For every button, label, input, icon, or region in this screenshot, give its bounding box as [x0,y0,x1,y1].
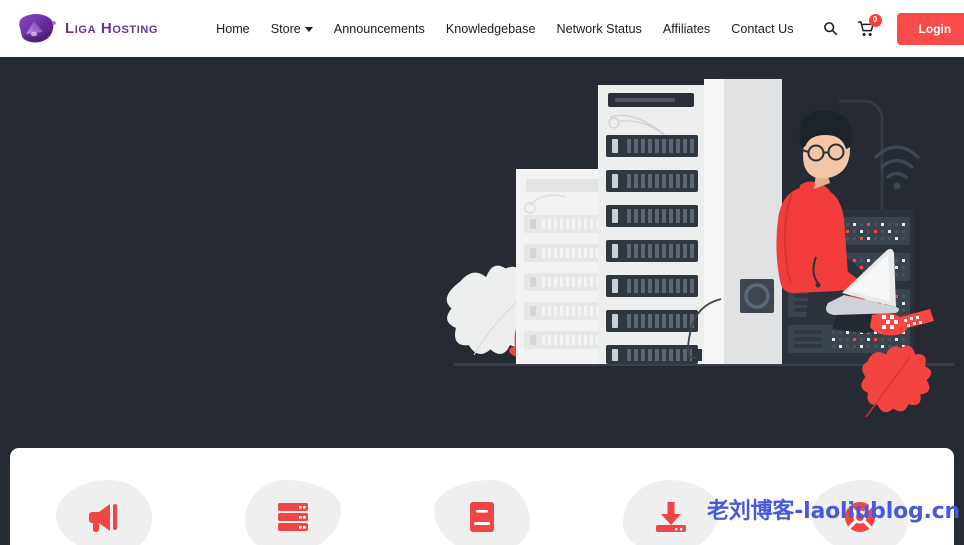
brand-logo-link[interactable]: Liga Hosting [14,12,158,46]
feature-item-support[interactable] [765,476,954,545]
book-icon [469,501,495,533]
feature-item-downloads[interactable] [576,476,765,545]
download-icon [655,501,687,533]
feature-item-knowledgebase[interactable] [388,476,577,545]
cart-count-badge: 0 [868,13,882,27]
dark-server-rack [598,79,782,364]
header-icon-group: 0 [823,13,882,37]
chevron-down-icon [304,27,313,32]
brand-name: Liga Hosting [65,20,159,37]
shopping-cart-icon[interactable]: 0 [857,13,882,37]
gem-logo-icon [14,12,60,46]
nav-item-contact-us[interactable]: Contact Us [731,22,793,36]
features-card [10,448,954,545]
login-button[interactable]: Login [896,12,964,45]
hero-section [0,57,964,448]
feature-item-services[interactable] [199,476,388,545]
search-icon[interactable] [823,21,838,36]
nav-label: Announcements [333,21,425,36]
main-navigation: Home Store Announcements Knowledgebase N… [216,13,882,37]
nav-label: Home [216,21,250,36]
site-header: Liga Hosting Home Store Announcements Kn… [0,0,964,57]
nav-item-network-status[interactable]: Network Status [556,22,641,36]
nav-item-knowledgebase[interactable]: Knowledgebase [446,22,536,36]
nav-label: Knowledgebase [445,21,536,36]
server-stack-icon [276,502,310,532]
features-row [10,448,954,545]
auth-buttons: Login Register [896,12,964,45]
nav-label: Store [270,21,301,36]
datacenter-illustration [444,57,964,448]
megaphone-icon [87,501,121,533]
feature-item-announcements[interactable] [10,476,199,545]
nav-item-affiliates[interactable]: Affiliates [663,22,710,36]
nav-item-announcements[interactable]: Announcements [334,22,425,36]
nav-label: Affiliates [662,21,711,36]
nav-item-home[interactable]: Home [216,22,250,36]
nav-label: Network Status [556,21,642,36]
features-section [0,448,964,545]
nav-item-store[interactable]: Store [271,22,313,36]
nav-label: Contact Us [731,21,794,36]
lifebuoy-support-icon [844,501,876,533]
